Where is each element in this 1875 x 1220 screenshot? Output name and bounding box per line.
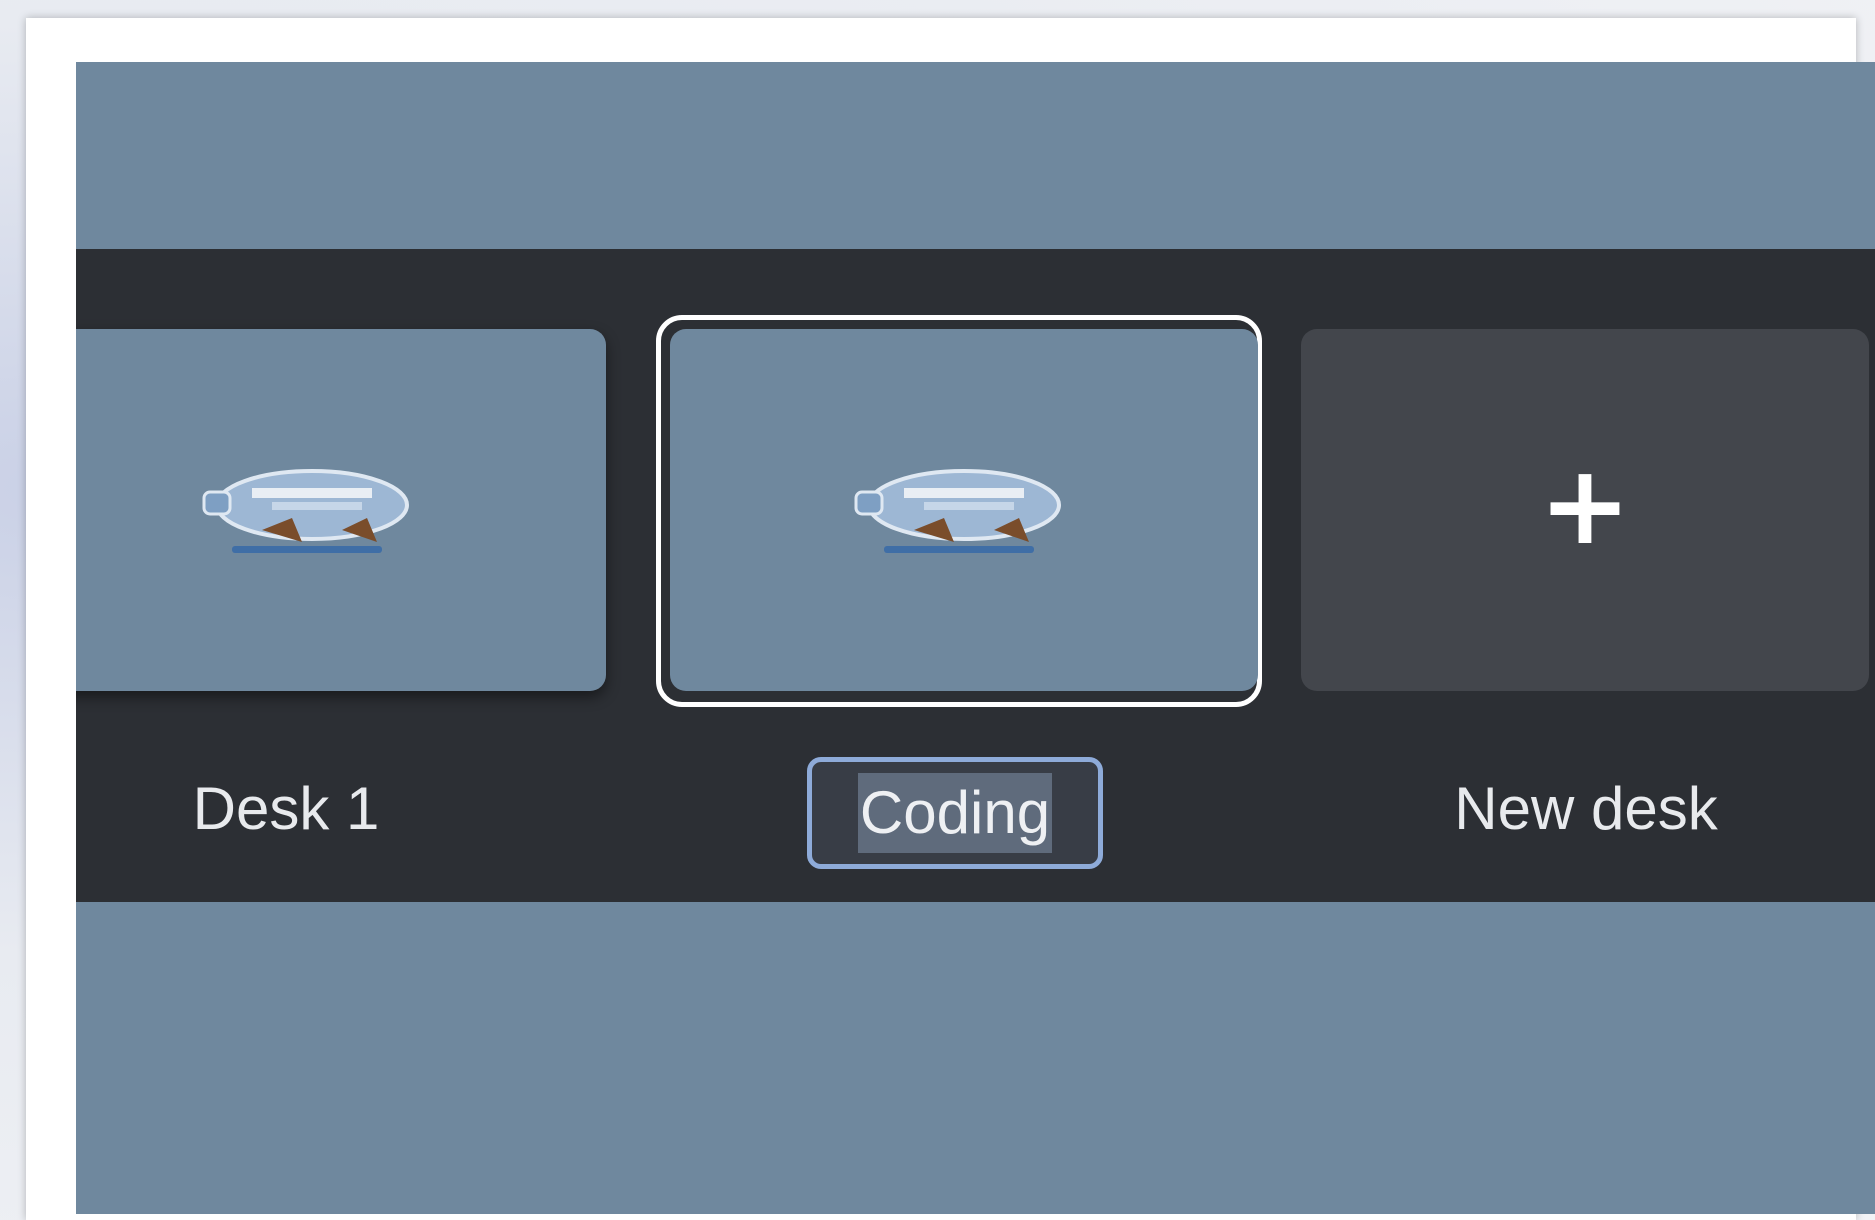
new-desk-label[interactable]: New desk: [1376, 774, 1796, 843]
desk-1-thumbnail[interactable]: [76, 329, 606, 691]
new-desk-button[interactable]: +: [1301, 329, 1869, 691]
bottle-ship-icon: [202, 469, 409, 553]
desk-1-label[interactable]: Desk 1: [186, 774, 386, 843]
desktop-screen: + Desk 1 Coding New desk: [76, 62, 1875, 1214]
screenshot-frame: + Desk 1 Coding New desk: [26, 18, 1875, 1220]
plus-icon: +: [1538, 441, 1632, 569]
desk-name-field[interactable]: Coding: [807, 757, 1103, 869]
desk-coding-thumbnail[interactable]: [670, 329, 1258, 691]
bottle-ship-icon: [854, 469, 1061, 553]
desk-name-text[interactable]: Coding: [857, 773, 1053, 853]
desks-bar: + Desk 1 Coding New desk: [76, 249, 1875, 902]
